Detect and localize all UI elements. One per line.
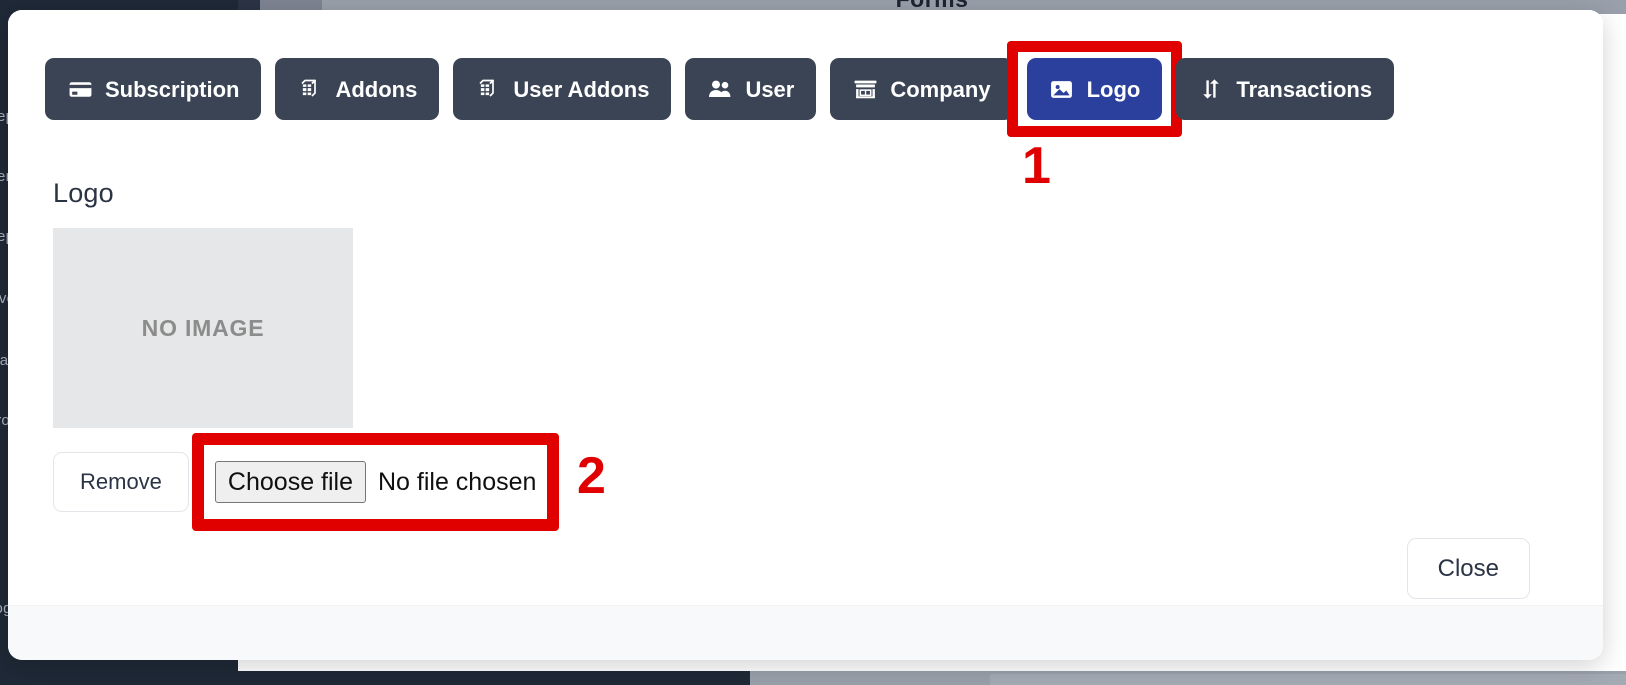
tab-subscription[interactable]: Subscription [45, 58, 262, 120]
tab-label: User [745, 77, 795, 102]
transfer-icon [1198, 76, 1224, 102]
tab-wrapper-user: User [685, 58, 817, 120]
tab-wrapper-company: Company [830, 58, 1013, 120]
tab-label: Addons [335, 77, 418, 102]
logo-file-input[interactable]: Choose file No file chosen [214, 461, 537, 503]
tab-label: Logo [1086, 77, 1141, 102]
users-icon [707, 76, 733, 102]
tab-label: Subscription [105, 77, 240, 102]
image-icon [1049, 76, 1075, 102]
store-icon [852, 76, 878, 102]
choose-file-button[interactable]: Choose file [214, 461, 366, 503]
tab-label: Company [890, 77, 991, 102]
credit-card-icon [67, 76, 93, 102]
modal-footer [8, 605, 1603, 660]
close-button[interactable]: Close [1406, 538, 1530, 599]
box-icon [297, 76, 323, 102]
logo-file-row: Remove Choose file No file chosen [53, 433, 560, 531]
tab-label: Transactions [1236, 77, 1373, 102]
tab-user-addons[interactable]: User Addons [453, 58, 672, 120]
logo-image-placeholder: NO IMAGE [53, 228, 353, 428]
tab-wrapper-subscription: Subscription [45, 58, 262, 120]
no-image-label: NO IMAGE [141, 314, 265, 341]
background-bottombar-segment [990, 674, 1626, 685]
box-icon [475, 76, 501, 102]
tab-addons[interactable]: Addons [275, 58, 440, 120]
tab-user[interactable]: User [685, 58, 817, 120]
tab-company[interactable]: Company [830, 58, 1013, 120]
tab-label: User Addons [513, 77, 650, 102]
modal-tab-bar: Subscription Addons User Addons User Com… [45, 41, 1395, 137]
tab-wrapper-transactions: Transactions [1176, 58, 1395, 120]
tab-wrapper-user-addons: User Addons [453, 58, 672, 120]
logo-section-title: Logo [53, 178, 114, 208]
tab-wrapper-addons: Addons [275, 58, 440, 120]
tab-transactions[interactable]: Transactions [1176, 58, 1395, 120]
logo-modal-dialog: Subscription Addons User Addons User Com… [8, 10, 1603, 660]
remove-button[interactable]: Remove [53, 452, 189, 512]
modal-body: Subscription Addons User Addons User Com… [8, 10, 1603, 606]
tab-logo[interactable]: Logo [1026, 58, 1163, 120]
file-chosen-status: No file chosen [378, 467, 537, 496]
tab-wrapper-logo: Logo [1006, 41, 1183, 137]
file-input-wrapper: Choose file No file chosen [191, 433, 560, 531]
